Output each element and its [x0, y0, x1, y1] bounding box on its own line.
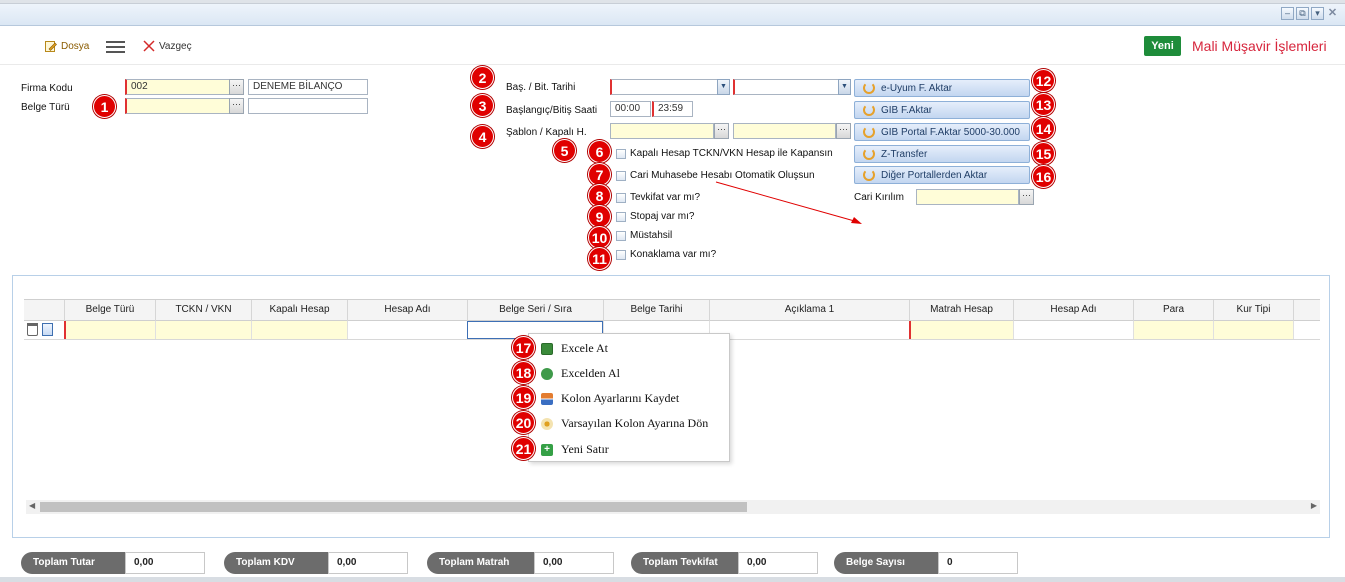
row-action-icons — [27, 323, 53, 336]
action-label: e-Uyum F. Aktar — [881, 82, 953, 94]
grid-header-cell[interactable]: Kapalı Hesap — [251, 300, 347, 321]
grid-header-actions — [24, 300, 64, 321]
total-value: 0,00 — [738, 552, 818, 574]
refresh-icon — [863, 82, 875, 94]
scroll-left-icon[interactable]: ◀ — [29, 501, 35, 510]
grid-header-cell[interactable]: Hesap Adı — [1013, 300, 1133, 321]
menu-item-yeni-satir[interactable]: + Yeni Satır — [541, 442, 609, 457]
scrollbar-thumb[interactable] — [40, 502, 747, 512]
annotation-badge: 19 — [512, 386, 535, 409]
total-label: Toplam Tevkifat — [631, 552, 738, 574]
menu-item-kolon-kaydet[interactable]: Kolon Ayarlarını Kaydet — [541, 391, 679, 406]
grid-header-cell[interactable]: Hesap Adı — [347, 300, 467, 321]
grid-header-cell[interactable]: Para — [1133, 300, 1213, 321]
e-uyum-aktar-button[interactable]: e-Uyum F. Aktar — [854, 79, 1030, 97]
z-transfer-button[interactable]: Z-Transfer — [854, 145, 1030, 163]
swap-arrows-icon — [541, 392, 553, 405]
total-value: 0,00 — [534, 552, 614, 574]
menu-item-varsayilan-kolon[interactable]: Varsayılan Kolon Ayarına Dön — [541, 416, 708, 431]
total-value: 0,00 — [125, 552, 205, 574]
annotation-badge: 7 — [588, 163, 611, 186]
excel-import-icon — [541, 367, 553, 380]
grid-header-cell[interactable]: Açıklama 1 — [709, 300, 909, 321]
grid-cell[interactable] — [709, 321, 909, 339]
grid-header-cell[interactable]: Matrah Hesap — [909, 300, 1013, 321]
action-label: GIB F.Aktar — [881, 104, 933, 116]
trash-icon[interactable] — [27, 323, 38, 336]
grid-cell[interactable] — [1013, 321, 1133, 339]
annotation-badge: 17 — [512, 336, 535, 359]
annotation-badge: 3 — [471, 94, 494, 117]
excel-export-icon — [541, 342, 553, 355]
grid-cell[interactable] — [1293, 321, 1320, 339]
horizontal-scrollbar[interactable]: ◀ ▶ — [26, 500, 1320, 514]
menu-item-label: Kolon Ayarlarını Kaydet — [561, 391, 680, 405]
annotation-badge: 21 — [512, 437, 535, 460]
cari-kirilim-label: Cari Kırılım — [854, 192, 904, 203]
reset-icon — [541, 417, 553, 430]
annotation-badge: 8 — [588, 184, 611, 207]
menu-item-label: Yeni Satır — [561, 442, 609, 456]
refresh-icon — [863, 169, 875, 181]
annotation-badge: 18 — [512, 361, 535, 384]
diger-portaller-button[interactable]: Diğer Portallerden Aktar — [854, 166, 1030, 184]
grid-cell[interactable] — [155, 321, 251, 339]
cari-kirilim-input[interactable] — [916, 189, 1019, 205]
grid-header: Belge Türü TCKN / VKN Kapalı Hesap Hesap… — [24, 299, 1320, 321]
grid-header-cell[interactable]: Kur Tipi — [1213, 300, 1293, 321]
cari-kirilim-lookup-button[interactable]: ··· — [1019, 189, 1034, 205]
refresh-icon — [863, 126, 875, 138]
annotation-badge: 2 — [471, 66, 494, 89]
total-label: Toplam KDV — [224, 552, 328, 574]
total-label: Toplam Matrah — [427, 552, 534, 574]
grid-header-cell[interactable]: Belge Seri / Sıra — [467, 300, 603, 321]
scroll-right-icon[interactable]: ▶ — [1311, 501, 1317, 510]
refresh-icon — [863, 104, 875, 116]
grid-cell[interactable] — [64, 321, 155, 339]
menu-item-label: Excelden Al — [561, 366, 620, 380]
annotation-badge: 5 — [553, 139, 576, 162]
action-label: Z-Transfer — [881, 148, 928, 160]
menu-item-label: Excele At — [561, 341, 608, 355]
total-label: Toplam Tutar — [21, 552, 125, 574]
refresh-icon — [863, 148, 875, 160]
action-label: Diğer Portallerden Aktar — [881, 169, 988, 181]
total-value: 0 — [938, 552, 1018, 574]
annotation-badge: 20 — [512, 411, 535, 434]
annotation-badge: 11 — [588, 247, 611, 270]
document-icon[interactable] — [42, 323, 53, 336]
grid-cell[interactable] — [1133, 321, 1213, 339]
grid-header-cell — [1293, 300, 1320, 321]
menu-item-excelden-al[interactable]: Excelden Al — [541, 366, 620, 381]
bottom-strip — [0, 577, 1345, 582]
annotation-badge: 9 — [588, 205, 611, 228]
grid-cell[interactable] — [1213, 321, 1293, 339]
grid-header-cell[interactable]: Belge Türü — [64, 300, 155, 321]
annotation-badge: 14 — [1032, 117, 1055, 140]
total-label: Belge Sayısı — [834, 552, 938, 574]
total-value: 0,00 — [328, 552, 408, 574]
annotation-badge: 13 — [1032, 93, 1055, 116]
annotation-badge: 6 — [588, 140, 611, 163]
menu-item-excele-at[interactable]: Excele At — [541, 341, 608, 356]
annotation-badge: 12 — [1032, 69, 1055, 92]
gib-aktar-button[interactable]: GIB F.Aktar — [854, 101, 1030, 119]
gib-portal-aktar-button[interactable]: GIB Portal F.Aktar 5000-30.000 — [854, 123, 1030, 141]
grid-cell[interactable] — [909, 321, 1013, 339]
menu-item-label: Varsayılan Kolon Ayarına Dön — [561, 416, 709, 430]
grid-header-cell[interactable]: Belge Tarihi — [603, 300, 709, 321]
action-label: GIB Portal F.Aktar 5000-30.000 — [881, 126, 1020, 138]
annotation-badge: 1 — [93, 95, 116, 118]
annotation-badge: 10 — [588, 226, 611, 249]
annotation-badge: 16 — [1032, 165, 1055, 188]
annotation-badge: 4 — [471, 125, 494, 148]
context-menu: Excele At Excelden Al Kolon Ayarlarını K… — [528, 333, 730, 462]
grid-cell[interactable] — [251, 321, 347, 339]
annotation-badge: 15 — [1032, 142, 1055, 165]
grid-cell[interactable] — [347, 321, 467, 339]
plus-icon: + — [541, 443, 553, 456]
grid-header-cell[interactable]: TCKN / VKN — [155, 300, 251, 321]
